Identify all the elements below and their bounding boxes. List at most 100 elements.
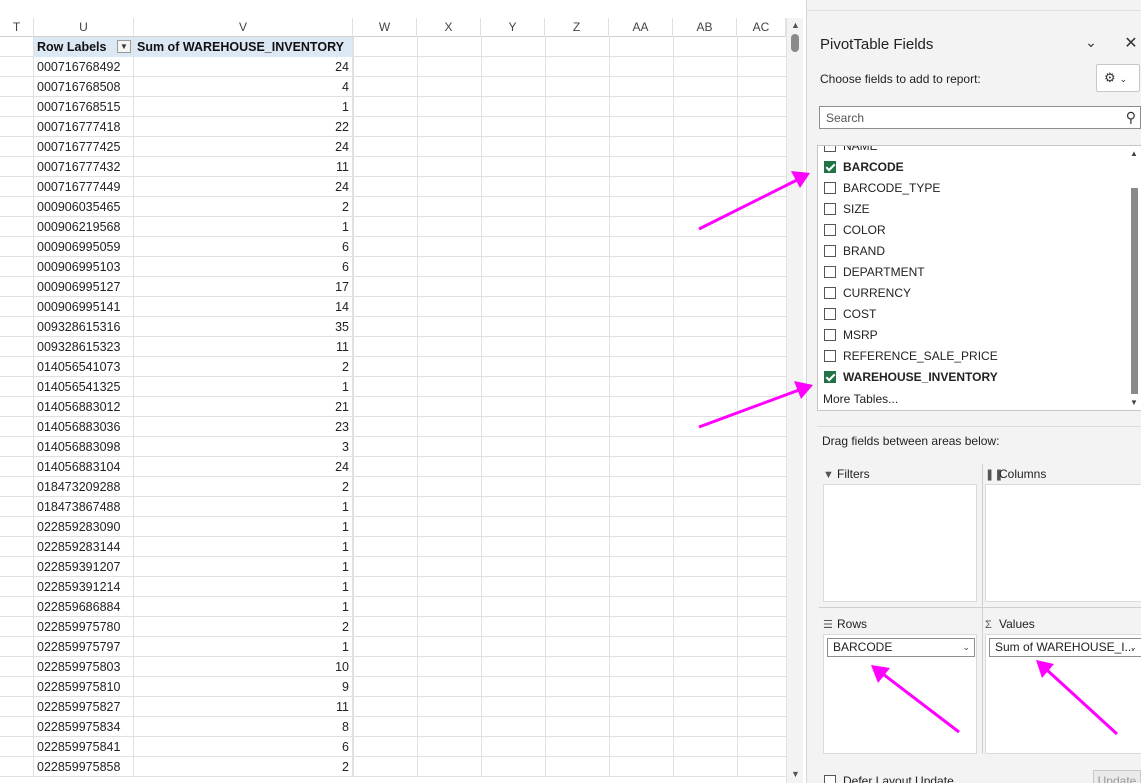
field-checkbox[interactable] bbox=[824, 287, 836, 299]
cell[interactable] bbox=[0, 317, 34, 337]
inventory-sum-cell[interactable]: 8 bbox=[134, 717, 353, 737]
barcode-cell[interactable]: 022859975841 bbox=[34, 737, 134, 757]
cell[interactable] bbox=[0, 297, 34, 317]
column-header-u[interactable]: U bbox=[34, 18, 134, 37]
barcode-cell[interactable]: 022859975810 bbox=[34, 677, 134, 697]
sheet-vertical-scrollbar[interactable]: ▲ ▼ bbox=[786, 18, 803, 783]
inventory-sum-cell[interactable]: 4 bbox=[134, 77, 353, 97]
rows-area[interactable]: ☰ Rows BARCODE ⌄ bbox=[819, 614, 977, 754]
cell[interactable] bbox=[0, 57, 34, 77]
column-header-y[interactable]: Y bbox=[481, 18, 545, 37]
field-checkbox[interactable] bbox=[824, 371, 836, 383]
column-header-z[interactable]: Z bbox=[545, 18, 609, 37]
inventory-sum-cell[interactable]: 9 bbox=[134, 677, 353, 697]
inventory-sum-cell[interactable]: 22 bbox=[134, 117, 353, 137]
inventory-sum-cell[interactable]: 1 bbox=[134, 217, 353, 237]
cell[interactable] bbox=[0, 737, 34, 757]
inventory-sum-cell[interactable]: 11 bbox=[134, 337, 353, 357]
chevron-down-icon[interactable]: ⌄ bbox=[1083, 34, 1099, 51]
search-icon[interactable]: ⚲ bbox=[1126, 109, 1136, 126]
field-item-msrp[interactable]: MSRP bbox=[824, 325, 878, 346]
field-item-department[interactable]: DEPARTMENT bbox=[824, 262, 925, 283]
cell[interactable] bbox=[0, 157, 34, 177]
barcode-cell[interactable]: 022859975803 bbox=[34, 657, 134, 677]
scrollbar-thumb[interactable] bbox=[791, 34, 799, 52]
values-area[interactable]: Σ Values Sum of WAREHOUSE_I... ⌄ bbox=[981, 614, 1141, 754]
cell[interactable] bbox=[0, 717, 34, 737]
cell[interactable] bbox=[0, 517, 34, 537]
inventory-sum-cell[interactable]: 24 bbox=[134, 57, 353, 77]
cell[interactable] bbox=[0, 257, 34, 277]
field-checkbox[interactable] bbox=[824, 245, 836, 257]
field-checkbox[interactable] bbox=[824, 350, 836, 362]
defer-checkbox[interactable] bbox=[824, 775, 836, 783]
field-item-barcode-type[interactable]: BARCODE_TYPE bbox=[824, 178, 940, 199]
barcode-cell[interactable]: 022859391214 bbox=[34, 577, 134, 597]
inventory-sum-cell[interactable]: 6 bbox=[134, 737, 353, 757]
chevron-down-icon[interactable]: ⌄ bbox=[962, 639, 970, 656]
barcode-cell[interactable]: 000716768508 bbox=[34, 77, 134, 97]
inventory-sum-cell[interactable]: 24 bbox=[134, 457, 353, 477]
barcode-cell[interactable]: 009328615323 bbox=[34, 337, 134, 357]
inventory-sum-cell[interactable]: 1 bbox=[134, 517, 353, 537]
field-item-size[interactable]: SIZE bbox=[824, 199, 870, 220]
field-checkbox[interactable] bbox=[824, 308, 836, 320]
column-header-ac[interactable]: AC bbox=[737, 18, 786, 37]
scroll-up-icon[interactable]: ▲ bbox=[1130, 149, 1138, 158]
barcode-cell[interactable]: 000716777425 bbox=[34, 137, 134, 157]
cell[interactable] bbox=[0, 617, 34, 637]
inventory-sum-cell[interactable]: 1 bbox=[134, 537, 353, 557]
columns-drop-zone[interactable] bbox=[985, 484, 1141, 602]
cell[interactable] bbox=[0, 277, 34, 297]
barcode-cell[interactable]: 022859975797 bbox=[34, 637, 134, 657]
barcode-cell[interactable]: 022859975827 bbox=[34, 697, 134, 717]
field-checkbox[interactable] bbox=[824, 224, 836, 236]
cell[interactable] bbox=[0, 417, 34, 437]
column-header-t[interactable]: T bbox=[0, 18, 34, 37]
field-list[interactable]: NAME BARCODE BARCODE_TYPE SIZE COLOR BRAND DEP… bbox=[817, 145, 1141, 411]
barcode-cell[interactable]: 014056883036 bbox=[34, 417, 134, 437]
column-header-v[interactable]: V bbox=[134, 18, 353, 37]
field-checkbox[interactable] bbox=[824, 182, 836, 194]
barcode-cell[interactable]: 014056883098 bbox=[34, 437, 134, 457]
inventory-sum-cell[interactable]: 6 bbox=[134, 237, 353, 257]
field-item-brand[interactable]: BRAND bbox=[824, 241, 885, 262]
inventory-sum-cell[interactable]: 1 bbox=[134, 377, 353, 397]
inventory-sum-cell[interactable]: 1 bbox=[134, 577, 353, 597]
chevron-down-icon[interactable]: ⌄ bbox=[1129, 639, 1137, 656]
cell[interactable] bbox=[0, 557, 34, 577]
defer-layout-update[interactable]: Defer Layout Update bbox=[824, 774, 954, 783]
cell[interactable] bbox=[0, 117, 34, 137]
barcode-cell[interactable]: 022859391207 bbox=[34, 557, 134, 577]
cell[interactable] bbox=[0, 337, 34, 357]
cell[interactable] bbox=[0, 237, 34, 257]
inventory-sum-cell[interactable]: 1 bbox=[134, 557, 353, 577]
cell[interactable] bbox=[0, 657, 34, 677]
barcode-cell[interactable]: 022859975858 bbox=[34, 757, 134, 777]
cell[interactable] bbox=[0, 137, 34, 157]
cell[interactable] bbox=[0, 437, 34, 457]
scroll-down-icon[interactable]: ▼ bbox=[1130, 398, 1138, 407]
barcode-cell[interactable]: 000906995141 bbox=[34, 297, 134, 317]
rows-field-pill[interactable]: BARCODE ⌄ bbox=[827, 638, 975, 657]
inventory-sum-cell[interactable]: 1 bbox=[134, 597, 353, 617]
cell[interactable] bbox=[0, 77, 34, 97]
barcode-cell[interactable]: 000906995103 bbox=[34, 257, 134, 277]
inventory-sum-cell[interactable]: 2 bbox=[134, 197, 353, 217]
barcode-cell[interactable]: 000716777418 bbox=[34, 117, 134, 137]
scroll-up-icon[interactable]: ▲ bbox=[791, 20, 800, 30]
cell[interactable] bbox=[0, 197, 34, 217]
field-checkbox[interactable] bbox=[824, 203, 836, 215]
barcode-cell[interactable]: 022859975780 bbox=[34, 617, 134, 637]
tools-button[interactable]: ⚙ ⌄ bbox=[1096, 64, 1140, 92]
inventory-sum-cell[interactable]: 1 bbox=[134, 637, 353, 657]
field-search-box[interactable]: ⚲ bbox=[819, 106, 1141, 129]
rows-drop-zone[interactable]: BARCODE ⌄ bbox=[823, 634, 977, 754]
filters-drop-zone[interactable] bbox=[823, 484, 977, 602]
cell[interactable] bbox=[0, 537, 34, 557]
barcode-cell[interactable]: 022859283090 bbox=[34, 517, 134, 537]
field-search-input[interactable] bbox=[820, 107, 1110, 128]
barcode-cell[interactable]: 000906219568 bbox=[34, 217, 134, 237]
filters-area[interactable]: ▼ Filters bbox=[819, 464, 977, 602]
inventory-sum-cell[interactable]: 17 bbox=[134, 277, 353, 297]
